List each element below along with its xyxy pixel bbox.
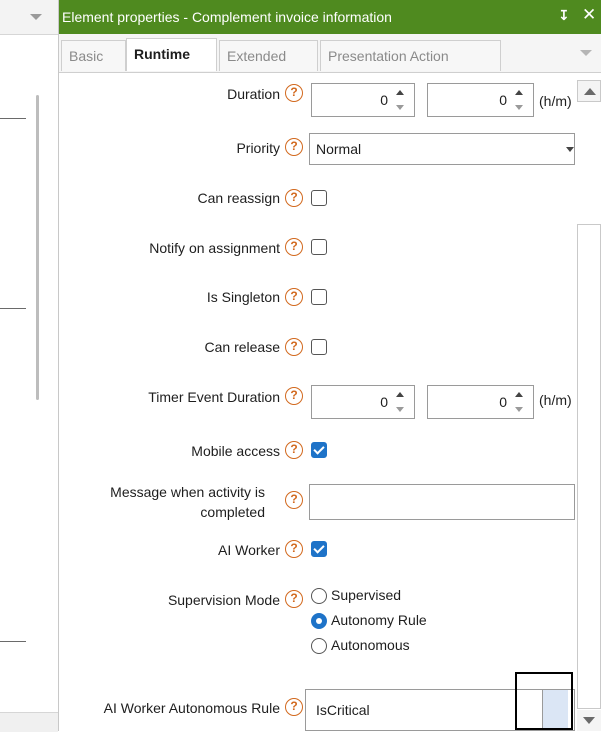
panel-title-bar: Element properties - Complement invoice … bbox=[59, 0, 601, 34]
ai-worker-checkbox[interactable] bbox=[311, 541, 327, 557]
can-reassign-checkbox[interactable] bbox=[311, 190, 327, 206]
radio-autonomy-rule[interactable] bbox=[311, 613, 327, 629]
timer-event-duration-label: Timer Event Duration bbox=[148, 389, 280, 405]
left-panel-footer bbox=[0, 712, 58, 732]
tab-runtime[interactable]: Runtime bbox=[126, 38, 217, 71]
notify-on-assignment-checkbox[interactable] bbox=[311, 239, 327, 255]
divider bbox=[0, 118, 26, 119]
can-release-label: Can release bbox=[204, 339, 281, 355]
scroll-down-icon[interactable] bbox=[577, 710, 601, 731]
chevron-down-icon bbox=[566, 147, 574, 152]
tab-extended[interactable]: Extended bbox=[219, 40, 318, 71]
tab-basic[interactable]: Basic bbox=[61, 40, 126, 71]
help-icon[interactable]: ? bbox=[285, 84, 303, 102]
spin-down-icon[interactable] bbox=[396, 407, 404, 412]
spin-up-icon[interactable] bbox=[396, 90, 404, 95]
help-icon[interactable]: ? bbox=[285, 338, 303, 356]
help-icon[interactable]: ? bbox=[285, 138, 303, 156]
duration-minutes-value: 0 bbox=[499, 92, 507, 108]
priority-label: Priority bbox=[236, 140, 280, 156]
scroll-up-icon[interactable] bbox=[577, 80, 601, 102]
help-icon[interactable]: ? bbox=[285, 288, 303, 306]
pin-icon[interactable]: ↧ bbox=[558, 7, 570, 24]
timer-minutes-value: 0 bbox=[499, 394, 507, 410]
divider bbox=[0, 641, 26, 642]
duration-minutes-stepper[interactable]: 0 bbox=[427, 83, 534, 117]
autonomous-rule-input[interactable]: IsCritical bbox=[305, 689, 575, 731]
close-icon[interactable]: ✕ bbox=[582, 5, 596, 25]
spin-up-icon[interactable] bbox=[396, 392, 404, 397]
ai-worker-autonomous-rule-label: AI Worker Autonomous Rule bbox=[103, 700, 280, 716]
spin-up-icon[interactable] bbox=[515, 392, 523, 397]
supervision-mode-label: Supervision Mode bbox=[167, 592, 280, 608]
priority-value: Normal bbox=[316, 141, 362, 157]
help-icon[interactable]: ? bbox=[285, 238, 303, 256]
scrollbar-thumb[interactable] bbox=[577, 224, 601, 709]
mobile-access-label: Mobile access bbox=[191, 443, 280, 459]
radio-autonomous-label: Autonomous bbox=[331, 637, 410, 653]
radio-autonomy-rule-label: Autonomy Rule bbox=[331, 612, 427, 628]
message-completed-input[interactable] bbox=[309, 484, 575, 520]
spin-down-icon[interactable] bbox=[396, 105, 404, 110]
radio-autonomous[interactable] bbox=[311, 638, 327, 654]
duration-unit: (h/m) bbox=[539, 93, 572, 109]
left-panel-header bbox=[0, 0, 58, 35]
ai-worker-label: AI Worker bbox=[218, 542, 280, 558]
spin-down-icon[interactable] bbox=[515, 407, 523, 412]
priority-select[interactable]: Normal bbox=[309, 133, 575, 165]
timer-unit: (h/m) bbox=[539, 392, 572, 408]
help-icon[interactable]: ? bbox=[285, 698, 303, 716]
help-icon[interactable]: ? bbox=[285, 590, 303, 608]
tab-presentation-action[interactable]: Presentation Action bbox=[320, 40, 501, 71]
duration-hours-value: 0 bbox=[380, 92, 388, 108]
divider bbox=[0, 308, 26, 309]
is-singleton-checkbox[interactable] bbox=[311, 289, 327, 305]
can-reassign-label: Can reassign bbox=[197, 190, 281, 206]
help-icon[interactable]: ? bbox=[285, 189, 303, 207]
chevron-down-icon[interactable] bbox=[580, 50, 592, 56]
radio-supervised-label: Supervised bbox=[331, 587, 402, 603]
message-completed-label: Message when activity is completed bbox=[110, 484, 265, 520]
timer-hours-value: 0 bbox=[380, 394, 388, 410]
tab-bar: Basic Runtime Extended Presentation Acti… bbox=[59, 34, 601, 73]
help-icon[interactable]: ? bbox=[285, 441, 303, 459]
spin-up-icon[interactable] bbox=[515, 90, 523, 95]
chevron-down-icon[interactable] bbox=[30, 14, 42, 20]
timer-minutes-stepper[interactable]: 0 bbox=[427, 385, 534, 419]
element-properties-panel: Element properties - Complement invoice … bbox=[58, 0, 601, 731]
help-icon[interactable]: ? bbox=[285, 540, 303, 558]
spin-down-icon[interactable] bbox=[515, 105, 523, 110]
rule-picker-button[interactable] bbox=[542, 690, 568, 730]
radio-supervised[interactable] bbox=[311, 588, 327, 604]
autonomous-rule-value: IsCritical bbox=[316, 702, 370, 718]
help-icon[interactable]: ? bbox=[285, 387, 303, 405]
duration-label: Duration bbox=[227, 86, 280, 102]
left-scrollbar[interactable] bbox=[36, 95, 39, 400]
left-panel bbox=[0, 0, 58, 732]
help-icon[interactable]: ? bbox=[285, 491, 303, 509]
panel-title: Element properties - Complement invoice … bbox=[62, 9, 392, 25]
is-singleton-label: Is Singleton bbox=[206, 289, 280, 305]
timer-hours-stepper[interactable]: 0 bbox=[311, 385, 415, 419]
notify-on-assignment-label: Notify on assignment bbox=[149, 240, 280, 256]
can-release-checkbox[interactable] bbox=[311, 339, 327, 355]
duration-hours-stepper[interactable]: 0 bbox=[311, 83, 415, 117]
mobile-access-checkbox[interactable] bbox=[311, 442, 327, 458]
